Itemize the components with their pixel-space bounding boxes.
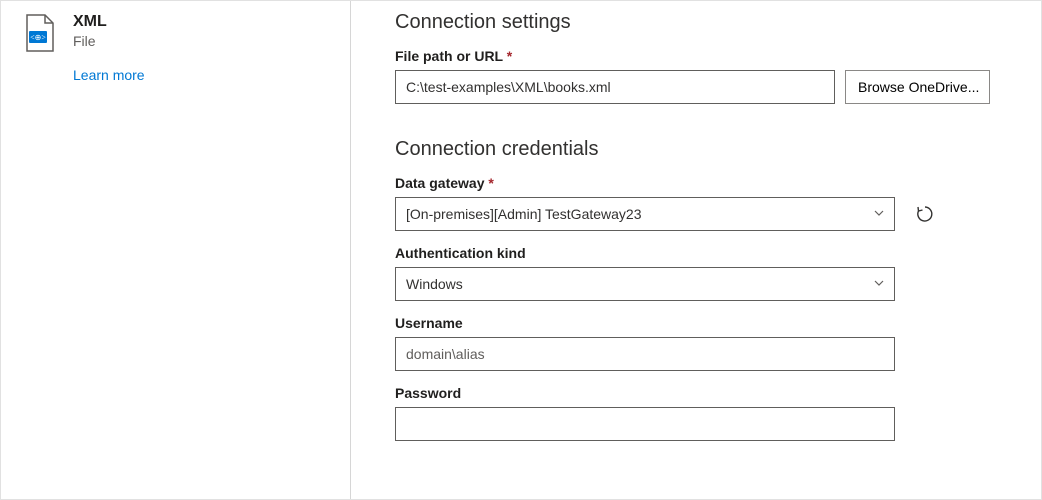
sidebar: <⊕> XML File Learn more [1,1,351,499]
connector-title: XML [73,13,107,31]
required-asterisk: * [507,48,512,64]
svg-text:<⊕>: <⊕> [30,33,46,42]
authentication-kind-select[interactable]: Windows [395,267,895,301]
connector-header: <⊕> XML File [19,13,332,53]
section-connection-settings: Connection settings [395,11,1011,34]
xml-file-icon: <⊕> [19,13,59,53]
section-connection-credentials: Connection credentials [395,138,1011,161]
required-asterisk: * [488,175,493,191]
main-panel: Connection settings File path or URL * B… [351,1,1041,499]
gateway-label: Data gateway * [395,175,1011,191]
filepath-label: File path or URL * [395,48,1011,64]
connector-subtitle: File [73,33,107,49]
browse-onedrive-button[interactable]: Browse OneDrive... [845,70,990,104]
username-input[interactable] [395,337,895,371]
filepath-input[interactable] [395,70,835,104]
password-label: Password [395,385,1011,401]
learn-more-link[interactable]: Learn more [73,67,332,83]
username-label: Username [395,315,1011,331]
refresh-gateway-button[interactable] [911,200,939,228]
password-input[interactable] [395,407,895,441]
refresh-icon [915,204,935,224]
data-gateway-select[interactable]: [On-premises][Admin] TestGateway23 [395,197,895,231]
authkind-label: Authentication kind [395,245,1011,261]
